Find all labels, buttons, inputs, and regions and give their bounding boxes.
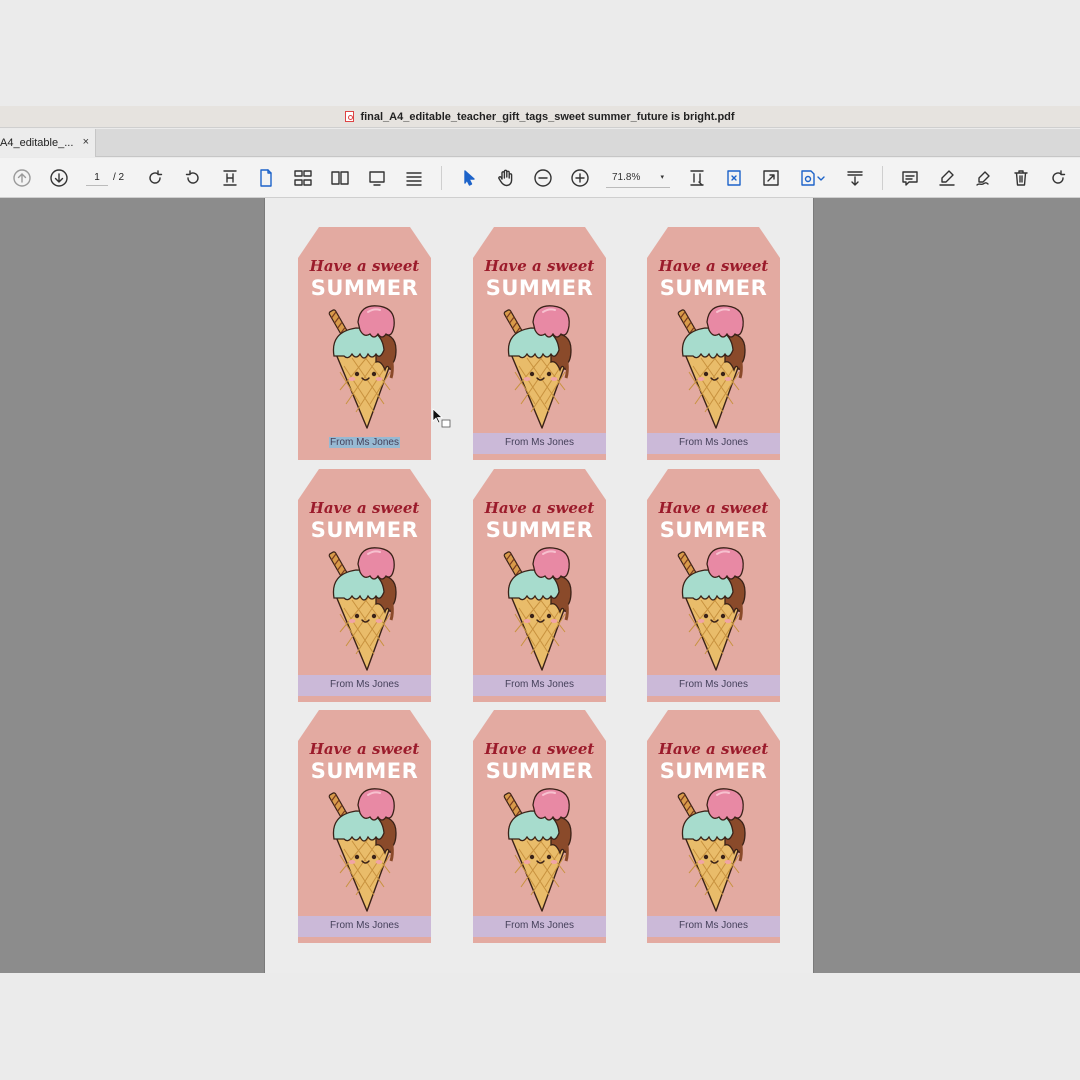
- tag-from-field[interactable]: From Ms Jones: [647, 437, 780, 448]
- fullscreen-icon[interactable]: [759, 166, 783, 190]
- tag-from-field[interactable]: From Ms Jones: [298, 679, 431, 690]
- toolbar-divider: [882, 166, 883, 190]
- gift-tag: Have a sweet SUMMER From Ms Jones: [298, 710, 431, 943]
- tag-greeting: Have a sweet: [309, 740, 420, 758]
- tag-from-field[interactable]: From Ms Jones: [647, 920, 780, 931]
- scroll-icon[interactable]: [402, 166, 426, 190]
- mouse-cursor-icon: [432, 408, 451, 428]
- pdf-viewer-window: final_A4_editable_teacher_gift_tags_swee…: [0, 0, 1080, 1080]
- tag-from-text: From Ms Jones: [679, 920, 748, 931]
- gift-tag: Have a sweet SUMMER From Ms Jones: [298, 469, 431, 702]
- tag-from-field[interactable]: From Ms Jones: [298, 437, 431, 448]
- ice-cream-cone-illustration: [677, 304, 751, 430]
- tag-title: SUMMER: [485, 759, 594, 783]
- tag-from-field[interactable]: From Ms Jones: [473, 679, 606, 690]
- document-tab-label: A4_editable_...: [0, 137, 74, 149]
- redact-dropdown-chevron-icon[interactable]: [815, 166, 827, 190]
- rotate-clockwise-icon[interactable]: [143, 166, 167, 190]
- zoom-out-icon[interactable]: [531, 166, 555, 190]
- tag-title: SUMMER: [485, 276, 594, 300]
- gift-tag: Have a sweet SUMMER From Ms Jones: [298, 227, 431, 460]
- tag-from-text: From Ms Jones: [330, 920, 399, 931]
- tag-greeting: Have a sweet: [484, 499, 595, 517]
- ice-cream-cone-illustration: [328, 546, 402, 672]
- tag-greeting: Have a sweet: [309, 499, 420, 517]
- trash-icon[interactable]: [1009, 166, 1033, 190]
- book-view-icon[interactable]: [328, 166, 352, 190]
- tag-greeting: Have a sweet: [658, 740, 769, 758]
- tag-from-text: From Ms Jones: [505, 437, 574, 448]
- tag-from-text: From Ms Jones: [505, 679, 574, 690]
- tag-from-field[interactable]: From Ms Jones: [473, 920, 606, 931]
- tag-from-text: From Ms Jones: [330, 679, 399, 690]
- page-number-input[interactable]: 1: [86, 170, 108, 186]
- tag-from-field[interactable]: From Ms Jones: [647, 679, 780, 690]
- gift-tag: Have a sweet SUMMER From Ms Jones: [647, 227, 780, 460]
- highlight-icon[interactable]: [935, 166, 959, 190]
- pdf-file-icon: [345, 111, 355, 122]
- page-total: / 2: [113, 172, 125, 183]
- comment-icon[interactable]: [898, 166, 922, 190]
- crop-icon[interactable]: [685, 166, 709, 190]
- gift-tag: Have a sweet SUMMER From Ms Jones: [473, 469, 606, 702]
- zoom-level-select[interactable]: 71.8% ▾: [606, 168, 670, 188]
- toolbar-divider: [441, 166, 442, 190]
- tag-from-text: From Ms Jones: [329, 437, 400, 448]
- tag-from-text: From Ms Jones: [679, 679, 748, 690]
- previous-page-icon[interactable]: [10, 166, 34, 190]
- presentation-icon[interactable]: [365, 166, 389, 190]
- tag-from-field[interactable]: From Ms Jones: [473, 437, 606, 448]
- tag-greeting: Have a sweet: [658, 257, 769, 275]
- rectangle-select-icon[interactable]: [722, 166, 746, 190]
- tag-title: SUMMER: [310, 518, 419, 542]
- tab-bar: A4_editable_... ×: [0, 129, 1080, 157]
- gift-tag: Have a sweet SUMMER From Ms Jones: [473, 227, 606, 460]
- hand-tool-icon[interactable]: [494, 166, 518, 190]
- tag-title: SUMMER: [659, 759, 768, 783]
- gift-tag: Have a sweet SUMMER From Ms Jones: [647, 710, 780, 943]
- tag-title: SUMMER: [310, 759, 419, 783]
- tag-greeting: Have a sweet: [484, 740, 595, 758]
- extract-icon[interactable]: [843, 166, 867, 190]
- ice-cream-cone-illustration: [328, 787, 402, 913]
- tag-title: SUMMER: [659, 276, 768, 300]
- tag-from-text: From Ms Jones: [679, 437, 748, 448]
- tag-from-text: From Ms Jones: [505, 920, 574, 931]
- tag-greeting: Have a sweet: [484, 257, 595, 275]
- document-viewport[interactable]: Have a sweet SUMMER From Ms Jones Have a sw…: [0, 198, 1080, 973]
- ice-cream-cone-illustration: [677, 787, 751, 913]
- two-page-icon[interactable]: [291, 166, 315, 190]
- document-tab[interactable]: A4_editable_... ×: [0, 129, 96, 157]
- zoom-level-value: 71.8%: [612, 172, 641, 183]
- ice-cream-cone-illustration: [328, 304, 402, 430]
- single-page-icon[interactable]: [254, 166, 278, 190]
- rotate-counterclockwise-icon[interactable]: [181, 166, 205, 190]
- next-page-icon[interactable]: [47, 166, 71, 190]
- fit-width-icon[interactable]: [218, 166, 242, 190]
- close-tab-icon[interactable]: ×: [83, 136, 89, 148]
- chevron-down-icon: ▾: [660, 174, 664, 181]
- gift-tag: Have a sweet SUMMER From Ms Jones: [647, 469, 780, 702]
- tag-title: SUMMER: [485, 518, 594, 542]
- ice-cream-cone-illustration: [677, 546, 751, 672]
- tag-from-field[interactable]: From Ms Jones: [298, 920, 431, 931]
- ice-cream-cone-illustration: [503, 546, 577, 672]
- pdf-page[interactable]: Have a sweet SUMMER From Ms Jones Have a sw…: [264, 198, 814, 973]
- window-title: final_A4_editable_teacher_gift_tags_swee…: [360, 110, 735, 123]
- undo-icon[interactable]: [1046, 166, 1070, 190]
- tag-title: SUMMER: [659, 518, 768, 542]
- tag-greeting: Have a sweet: [658, 499, 769, 517]
- zoom-in-icon[interactable]: [568, 166, 592, 190]
- ice-cream-cone-illustration: [503, 787, 577, 913]
- window-title-bar: final_A4_editable_teacher_gift_tags_swee…: [0, 106, 1080, 128]
- tag-title: SUMMER: [310, 276, 419, 300]
- signature-icon[interactable]: [972, 166, 996, 190]
- ice-cream-cone-illustration: [503, 304, 577, 430]
- toolbar: 1 / 2 71.8% ▾: [0, 158, 1080, 198]
- tag-greeting: Have a sweet: [309, 257, 420, 275]
- select-arrow-icon[interactable]: [457, 166, 481, 190]
- gift-tag: Have a sweet SUMMER From Ms Jones: [473, 710, 606, 943]
